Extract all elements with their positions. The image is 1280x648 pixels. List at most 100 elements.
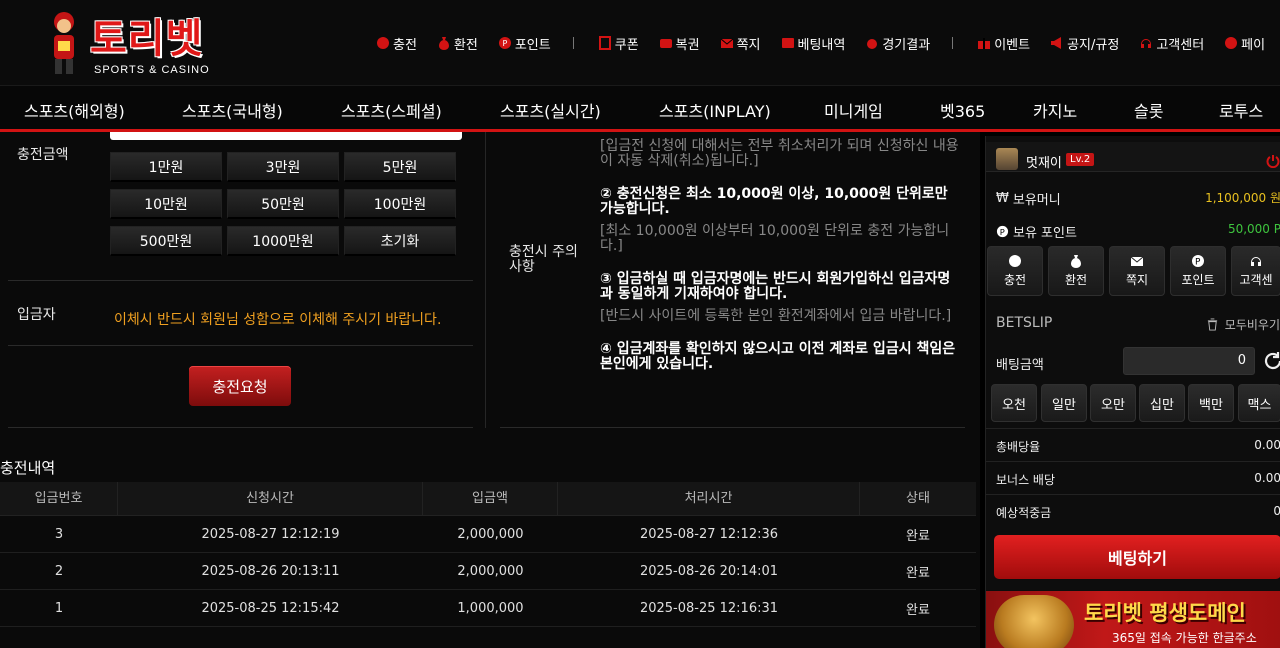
amount-input[interactable] <box>110 132 462 140</box>
amount-button-10m[interactable]: 1000만원 <box>227 226 339 256</box>
clear-all-button[interactable]: 모두비우기 <box>1206 316 1280 333</box>
trash-icon <box>1207 318 1217 331</box>
nav-sports-special[interactable]: 스포츠(스페셜) <box>341 98 442 122</box>
bonus-odds-label: 보너스 배당 <box>996 473 1056 487</box>
coin-icon <box>376 36 390 50</box>
money-row: ₩ 보유머니 1,100,000 원 <box>986 182 1280 212</box>
table-header: 입금번호 신청시간 입금액 처리시간 상태 <box>0 481 976 516</box>
banner-subtitle: 365일 접속 가능한 한글주소 <box>1112 631 1257 645</box>
top-link-point[interactable]: P 포인트 <box>498 34 551 53</box>
col-amount: 입금액 <box>423 481 558 516</box>
quick-support-button[interactable]: 고객센 <box>1231 246 1280 296</box>
top-link-charge[interactable]: 충전 <box>376 34 417 53</box>
nav-sports-overseas[interactable]: 스포츠(해외형) <box>24 98 125 122</box>
nav-minigame[interactable]: 미니게임 <box>824 98 883 122</box>
chip-1m[interactable]: 백만 <box>1188 384 1234 422</box>
top-link-event[interactable]: 이벤트 <box>977 34 1030 53</box>
main-nav: 스포츠(해외형) 스포츠(국내형) 스포츠(스페셜) 스포츠(실시간) 스포츠(… <box>0 86 1280 132</box>
money-value: 1,100,000 원 <box>1205 191 1280 205</box>
nav-bet365[interactable]: 벳365 <box>940 98 985 122</box>
quick-charge-button[interactable]: 충전 <box>987 246 1043 296</box>
svg-text:P: P <box>1000 227 1005 237</box>
chip-50k[interactable]: 오만 <box>1090 384 1136 422</box>
divider <box>500 427 965 428</box>
top-link-message[interactable]: 쪽지 <box>720 34 761 53</box>
logout-icon[interactable] <box>1266 154 1280 168</box>
nav-sports-live[interactable]: 스포츠(실시간) <box>500 98 601 122</box>
coupon-icon <box>598 36 612 50</box>
quick-message-button[interactable]: 쪽지 <box>1109 246 1165 296</box>
total-odds-label: 총배당율 <box>996 440 1041 454</box>
result-icon <box>865 36 879 50</box>
betslip-title: BETSLIP <box>996 315 1053 331</box>
note-item: [반드시 사이트에 등록한 본인 환전계좌에서 입금 바랍니다.] <box>600 308 952 324</box>
top-link-lottery[interactable]: 복권 <box>659 34 700 53</box>
nav-lotus[interactable]: 로투스 <box>1219 98 1263 122</box>
amount-button-50k[interactable]: 5만원 <box>344 152 456 182</box>
amount-label: 충전금액 <box>17 147 69 163</box>
top-link-bet-history[interactable]: 베팅내역 <box>781 34 845 53</box>
headset-icon <box>1139 36 1153 50</box>
logo-tagline: SPORTS & CASINO <box>94 64 210 76</box>
depositor-notice: 이체시 반드시 회원님 성함으로 이체해 주시기 바랍니다. <box>114 312 442 328</box>
chip-10k[interactable]: 일만 <box>1041 384 1087 422</box>
top-link-support[interactable]: 고객센터 <box>1139 34 1204 53</box>
quick-point-button[interactable]: P 포인트 <box>1170 246 1226 296</box>
divider <box>8 427 473 428</box>
cell-deposit-no: 2 <box>54 563 64 579</box>
amount-button-1m[interactable]: 100만원 <box>344 189 456 219</box>
expected-win-row: 예상적중금 0 <box>986 494 1280 527</box>
cell-process-time: 2025-08-27 12:12:36 <box>639 526 779 542</box>
bet-amount-input[interactable]: 0 <box>1123 347 1255 375</box>
chip-max[interactable]: 맥스 <box>1238 384 1280 422</box>
charge-request-button[interactable]: 충전요청 <box>189 366 291 406</box>
lottery-icon <box>659 36 673 50</box>
amount-button-100k[interactable]: 10만원 <box>110 189 222 219</box>
chip-100k[interactable]: 십만 <box>1139 384 1185 422</box>
col-process-time: 처리시간 <box>558 481 860 516</box>
domain-banner[interactable]: 토리벳 평생도메인 365일 접속 가능한 한글주소 <box>986 591 1280 648</box>
note-item: [최소 10,000원 이상부터 10,000원 단위로 충전 가능합니다.] <box>600 223 950 254</box>
top-link-pay[interactable]: 페이 <box>1224 34 1265 53</box>
nav-sports-domestic[interactable]: 스포츠(국내형) <box>182 98 283 122</box>
amount-button-500k[interactable]: 50만원 <box>227 189 339 219</box>
headset-icon <box>1251 257 1261 266</box>
top-link-results[interactable]: 경기결과 <box>865 34 930 53</box>
table-row: 1 2025-08-25 12:15:42 1,000,000 2025-08-… <box>0 590 976 627</box>
chip-5k[interactable]: 오천 <box>991 384 1037 422</box>
amount-button-5m[interactable]: 500만원 <box>110 226 222 256</box>
divider <box>8 345 473 346</box>
banner-title: 토리벳 평생도메인 <box>1084 601 1246 625</box>
amount-button-10k[interactable]: 1만원 <box>110 152 222 182</box>
cell-amount: 2,000,000 <box>457 563 524 579</box>
sidebar: 멋재이 Lv.2 ₩ 보유머니 1,100,000 원 P 보유 포인트 50,00… <box>985 136 1280 648</box>
nav-sports-inplay[interactable]: 스포츠(INPLAY) <box>659 98 771 122</box>
place-bet-button[interactable]: 베팅하기 <box>994 535 1280 579</box>
amount-button-30k[interactable]: 3만원 <box>227 152 339 182</box>
money-bag-icon <box>437 36 451 50</box>
top-link-coupon[interactable]: 쿠폰 <box>598 34 639 53</box>
reset-button[interactable]: 초기화 <box>344 226 456 256</box>
table-row: 2 2025-08-26 20:13:11 2,000,000 2025-08-… <box>0 553 976 590</box>
points-value: 50,000 P <box>1227 222 1280 236</box>
cell-status: 완료 <box>906 528 930 544</box>
col-deposit-no: 입금번호 <box>0 481 118 516</box>
note-item: ② 충전신청은 최소 10,000원 이상, 10,000원 단위로만 가능합니… <box>600 186 948 217</box>
cell-request-time: 2025-08-26 20:13:11 <box>201 563 340 579</box>
pay-icon <box>1224 36 1238 50</box>
history-table: 입금번호 신청시간 입금액 처리시간 상태 3 2025-08-27 12:12… <box>0 481 976 627</box>
bonus-odds-value: 0.00 <box>1254 471 1280 485</box>
note-item: ④ 입금계좌를 확인하지 않으시고 이전 계좌로 입금시 책임은 본인에게 있습… <box>600 341 956 372</box>
caution-label: 충전시 주의사항 <box>509 244 578 275</box>
nav-slot[interactable]: 슬롯 <box>1134 98 1163 122</box>
cell-request-time: 2025-08-25 12:15:42 <box>201 600 340 616</box>
col-status: 상태 <box>906 490 930 506</box>
quick-exchange-button[interactable]: 환전 <box>1048 246 1104 296</box>
top-link-exchange[interactable]: 환전 <box>437 34 478 53</box>
money-bag-icon <box>1071 255 1081 268</box>
nav-casino[interactable]: 카지노 <box>1033 98 1077 122</box>
refresh-icon[interactable] <box>1262 350 1280 372</box>
site-header: 토리벳 SPORTS & CASINO 충전 환전 P 포인트 쿠폰 복권 쪽지 … <box>0 0 1280 86</box>
top-link-notice[interactable]: 공지/규정 <box>1050 34 1119 53</box>
site-logo[interactable]: 토리벳 SPORTS & CASINO <box>44 6 234 80</box>
